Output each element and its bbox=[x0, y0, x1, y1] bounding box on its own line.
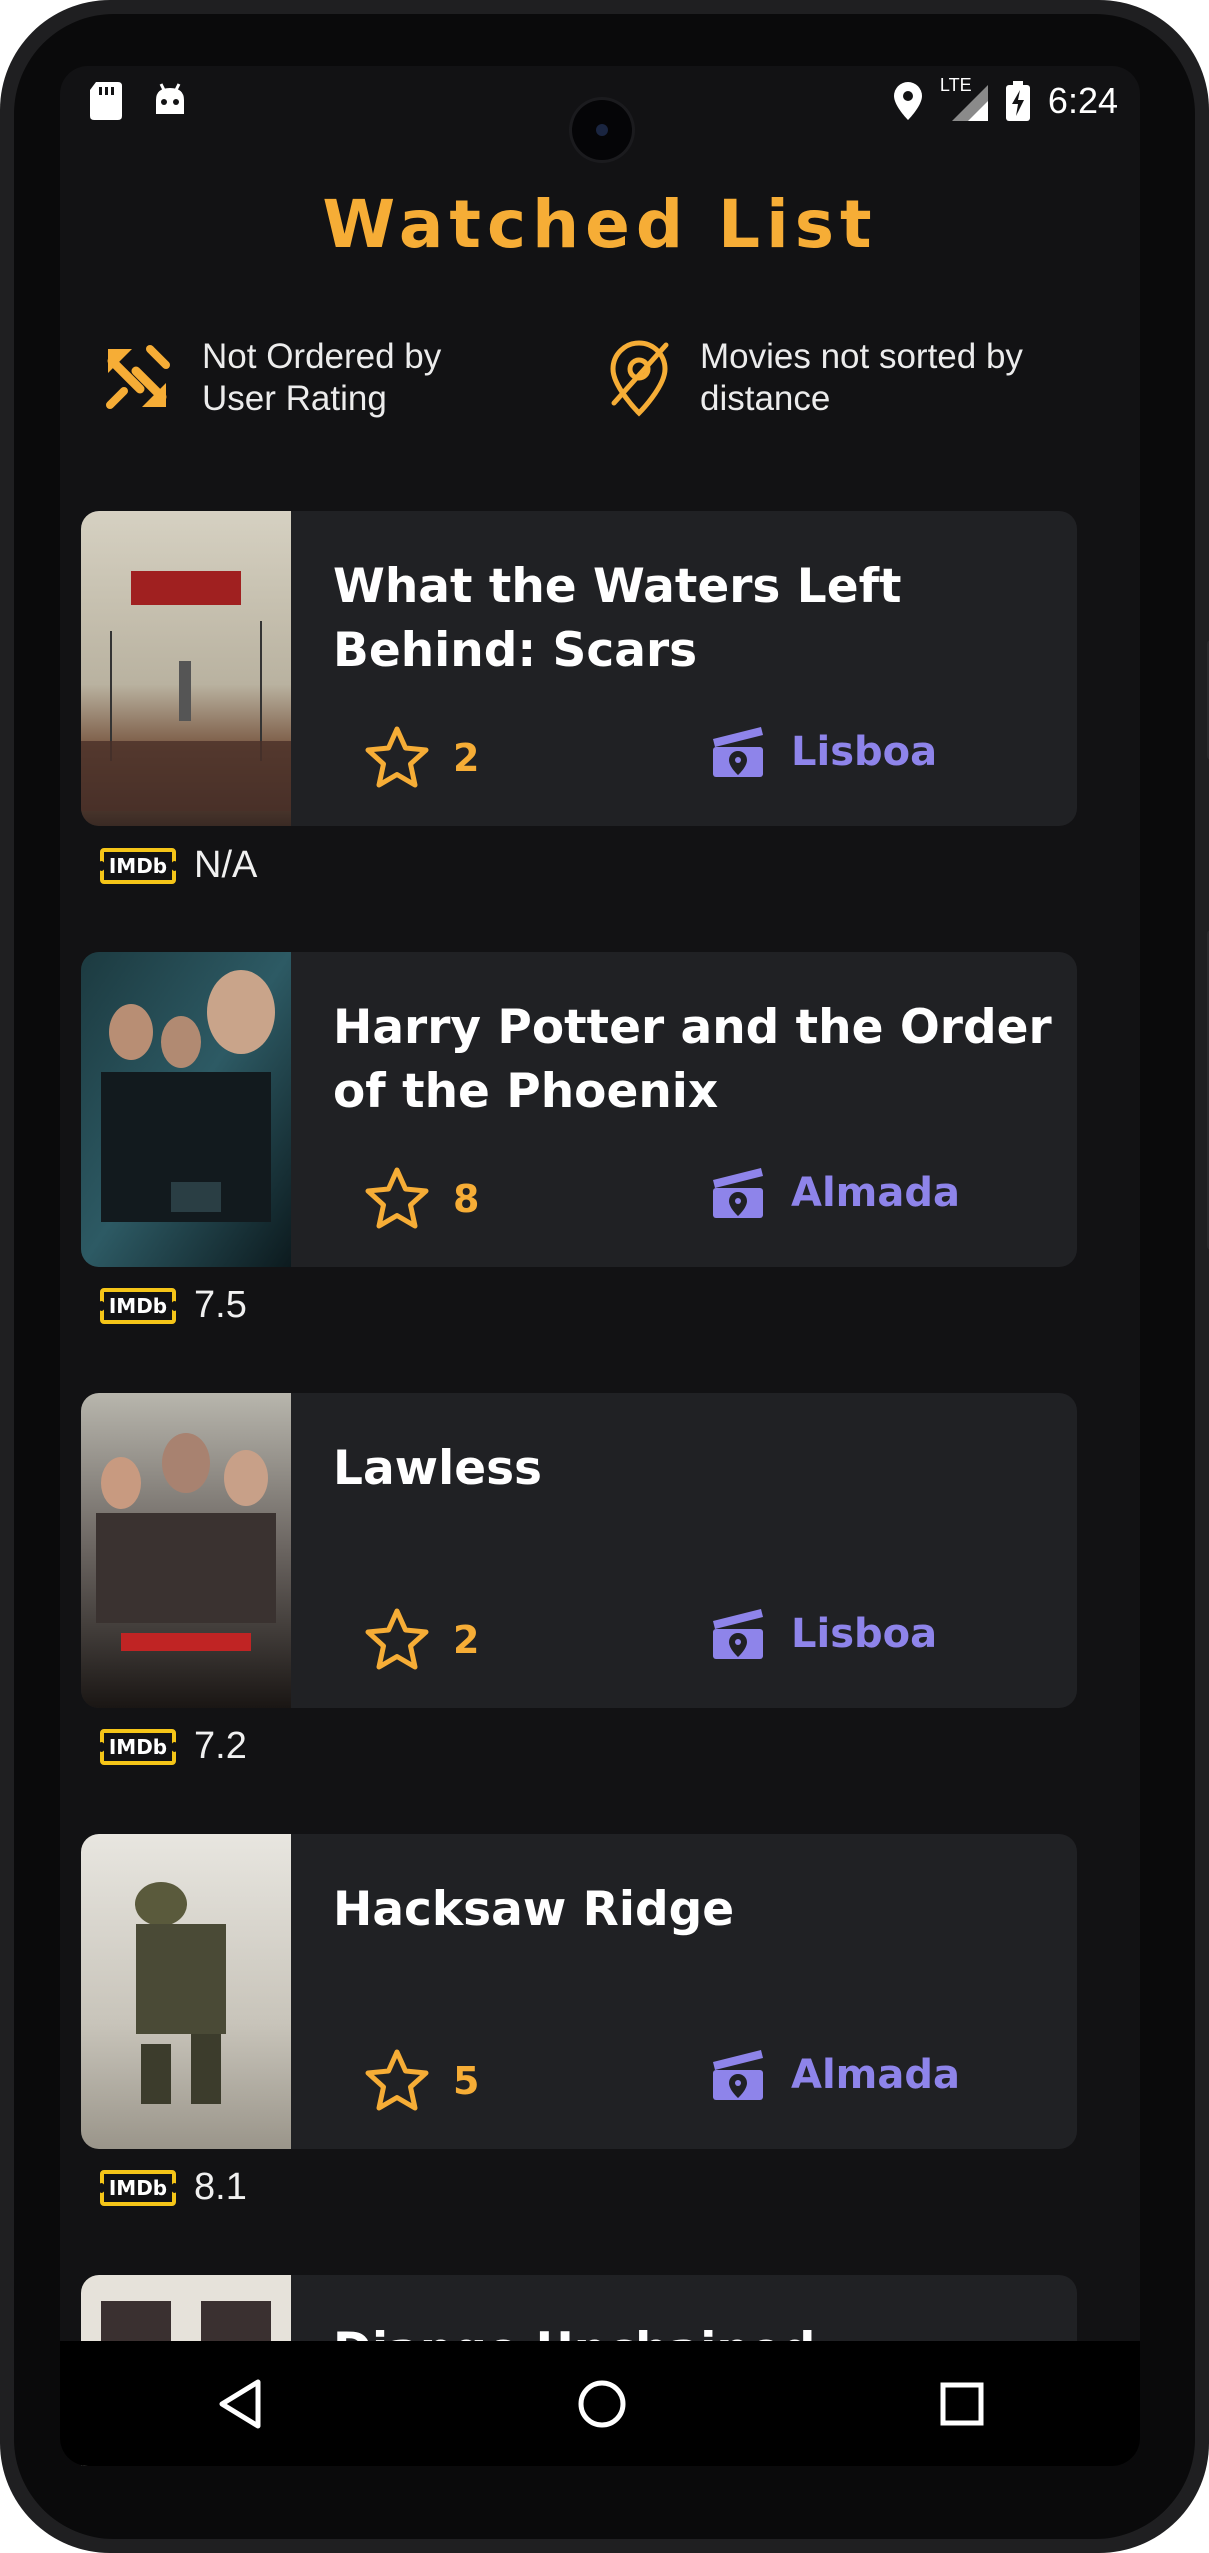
movie-title: What the Waters Left Behind: Scars bbox=[333, 559, 902, 678]
home-circle-icon[interactable] bbox=[577, 2379, 627, 2429]
cinema-location-icon bbox=[713, 1609, 763, 1659]
sd-card-icon bbox=[90, 82, 122, 120]
device-frame: LTE 6:24 Watched List Not Ordered by Use… bbox=[0, 0, 1209, 2553]
imdb-rating: IMDb 8.1 bbox=[98, 2166, 247, 2209]
movie-card[interactable]: What the Waters Left Behind: Scars 2 Lis… bbox=[81, 511, 1077, 826]
imdb-rating: IMDb N/A bbox=[98, 844, 258, 887]
cinema-location: Lisboa bbox=[711, 725, 937, 779]
battery-charging-icon bbox=[1005, 81, 1030, 121]
status-clock: 6:24 bbox=[1047, 80, 1118, 121]
signal-icon: LTE bbox=[940, 75, 988, 121]
star-outline-icon bbox=[365, 2049, 429, 2111]
front-camera bbox=[572, 100, 632, 160]
imdb-logo: IMDb bbox=[98, 1287, 178, 1324]
cinema-location-value: Lisboa bbox=[791, 1611, 938, 1657]
location-off-icon bbox=[610, 340, 669, 417]
user-rating-value: 2 bbox=[453, 1618, 480, 1662]
cinema-location: Lisboa bbox=[711, 1607, 937, 1661]
imdb-logo: IMDb bbox=[98, 1728, 178, 1765]
imdb-rating-value: N/A bbox=[194, 844, 258, 886]
user-rating-value: 8 bbox=[453, 1177, 480, 1221]
system-nav-bar bbox=[60, 2341, 1140, 2466]
android-icon bbox=[156, 83, 184, 114]
imdb-logo: IMDb bbox=[98, 2169, 178, 2206]
star-outline-icon bbox=[365, 1608, 429, 1670]
cinema-location-icon bbox=[713, 2050, 763, 2100]
cinema-location-value: Almada bbox=[791, 2052, 960, 2098]
user-rating: 2 bbox=[363, 1607, 479, 1673]
status-bar: LTE 6:24 bbox=[60, 66, 1140, 160]
cinema-location-value: Lisboa bbox=[791, 729, 938, 775]
app-screen: LTE 6:24 Watched List Not Ordered by Use… bbox=[60, 66, 1140, 2466]
distance-sort-label: Movies not sorted by distance bbox=[700, 337, 1023, 418]
user-rating-value: 5 bbox=[453, 2059, 480, 2103]
imdb-rating: IMDb 7.2 bbox=[98, 1725, 247, 1768]
sort-arrows-icon bbox=[106, 345, 170, 409]
user-rating: 5 bbox=[363, 2048, 479, 2114]
imdb-rating-value: 8.1 bbox=[194, 2166, 247, 2208]
imdb-rating: IMDb 7.5 bbox=[98, 1284, 247, 1327]
page-title: Watched List bbox=[322, 186, 878, 263]
cinema-location-icon bbox=[713, 1168, 763, 1218]
cinema-location: Almada bbox=[711, 2048, 960, 2102]
movie-poster bbox=[81, 1834, 291, 2149]
cinema-location-value: Almada bbox=[791, 1170, 960, 1216]
movie-title: Harry Potter and the Order of the Phoeni… bbox=[333, 1000, 1052, 1119]
movie-poster bbox=[81, 952, 291, 1267]
movie-card[interactable]: Lawless 2 Lisboa bbox=[81, 1393, 1077, 1708]
recents-square-icon[interactable] bbox=[940, 2382, 984, 2426]
movie-title: Lawless bbox=[333, 1441, 543, 1496]
cinema-location: Almada bbox=[711, 1166, 960, 1220]
movie-card[interactable]: Harry Potter and the Order of the Phoeni… bbox=[81, 952, 1077, 1267]
movie-title: Hacksaw Ridge bbox=[333, 1882, 735, 1937]
location-pin-icon bbox=[893, 82, 922, 120]
user-rating-value: 2 bbox=[453, 736, 480, 780]
movie-card[interactable]: Hacksaw Ridge 5 Almada bbox=[81, 1834, 1077, 2149]
imdb-logo: IMDb bbox=[98, 847, 178, 884]
star-outline-icon bbox=[365, 726, 429, 788]
imdb-rating-value: 7.5 bbox=[194, 1284, 247, 1326]
back-triangle-icon[interactable] bbox=[216, 2378, 264, 2430]
user-rating: 2 bbox=[363, 725, 479, 791]
user-rating: 8 bbox=[363, 1166, 479, 1232]
movie-poster bbox=[81, 1393, 291, 1708]
movie-poster bbox=[81, 511, 291, 826]
cinema-location-icon bbox=[713, 727, 763, 777]
distance-sort-toggle[interactable]: Movies not sorted by distance bbox=[608, 336, 1120, 420]
rating-sort-label: Not Ordered by User Rating bbox=[202, 337, 442, 418]
star-outline-icon bbox=[365, 1167, 429, 1229]
imdb-rating-value: 7.2 bbox=[194, 1725, 247, 1767]
rating-sort-toggle[interactable]: Not Ordered by User Rating bbox=[102, 336, 482, 420]
